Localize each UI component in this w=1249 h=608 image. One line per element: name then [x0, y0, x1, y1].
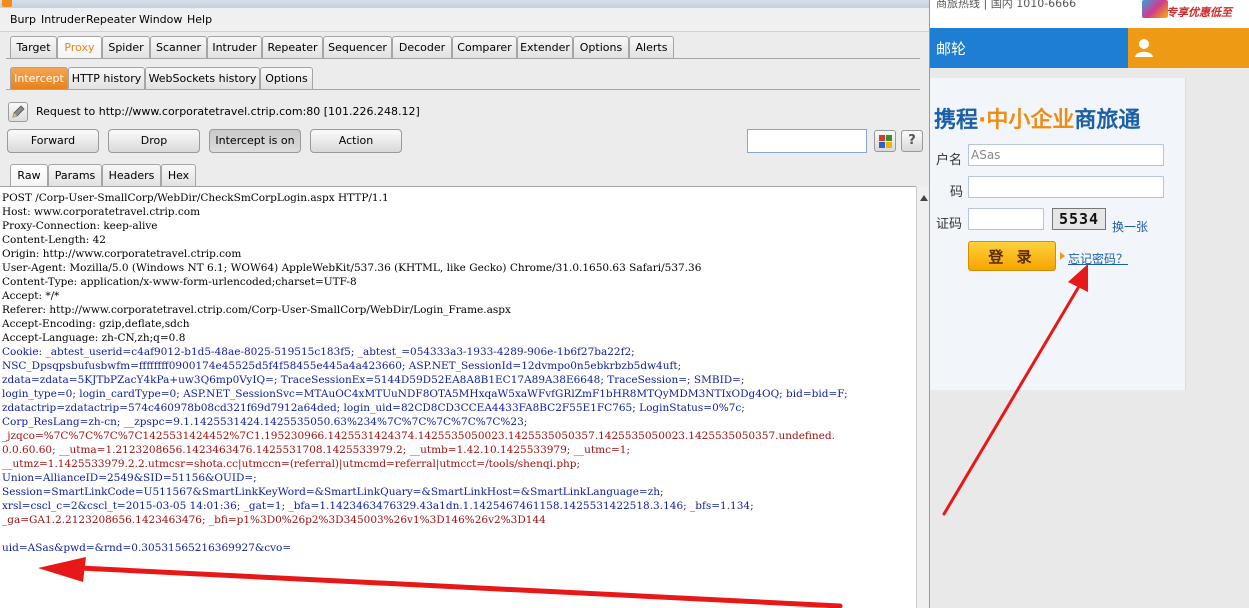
header-line: Referer: http://www.corporatetravel.ctri… [2, 304, 511, 316]
burp-logo-icon [2, 0, 12, 7]
scroll-up-arrow-icon[interactable] [920, 195, 928, 201]
color-swatch-yellow-icon [886, 142, 892, 148]
background-website: 商旅热线 | 国内 1010-6666 专享优惠低至 邮轮 携程·中小企业商旅通… [930, 0, 1249, 608]
request-line: POST /Corp-User-SmallCorp/WebDir/CheckSm… [2, 192, 389, 204]
tab-comparer[interactable]: Comparer [452, 36, 517, 58]
cookie-line: _ga=GA1.2.2123208656.1423463476; _bfi=p1… [2, 514, 546, 526]
forward-button[interactable]: Forward [7, 129, 99, 153]
header-line: User-Agent: Mozilla/5.0 (Windows NT 6.1;… [2, 262, 702, 274]
captcha-input[interactable] [968, 208, 1044, 230]
tab-proxy[interactable]: Proxy [57, 36, 102, 58]
action-button[interactable]: Action [310, 129, 402, 153]
username-input[interactable]: ASas [968, 144, 1164, 166]
request-editor[interactable]: POST /Corp-User-SmallCorp/WebDir/CheckSm… [0, 186, 916, 608]
pencil-glyph-icon [12, 105, 25, 118]
main-tab-divider [6, 58, 920, 59]
color-swatch-green-icon [886, 135, 892, 141]
burp-window: Burp Intruder Repeater Window Help Targe… [0, 0, 930, 608]
forgot-password-link[interactable]: 忘记密码？ [1068, 250, 1128, 267]
captcha-label: 证码 [936, 217, 963, 232]
menu-help[interactable]: Help [187, 13, 212, 26]
nav-item-cruise[interactable]: 邮轮 [936, 38, 966, 59]
promo-text: 专享优惠低至 [1166, 6, 1232, 19]
tab-target[interactable]: Target [10, 36, 57, 58]
tab-params[interactable]: Params [48, 164, 102, 186]
post-body-line: uid=ASas&pwd=&rnd=0.30531565216369927&cv… [2, 542, 292, 554]
tab-sequencer[interactable]: Sequencer [323, 36, 392, 58]
tab-alerts[interactable]: Alerts [629, 36, 674, 58]
user-icon [1135, 39, 1153, 57]
intercept-toggle-button[interactable]: Intercept is on [209, 129, 301, 153]
cookie-line: Corp_ResLang=zh-cn; __zpspc=9.1.14255314… [2, 416, 528, 428]
tab-spider[interactable]: Spider [102, 36, 150, 58]
header-line: Origin: http://www.corporatetravel.ctrip… [2, 248, 242, 260]
request-target-text: Request to http://www.corporatetravel.ct… [36, 105, 420, 118]
cookie-line: 0.0.60.60; __utma=1.2123208656.142346347… [2, 444, 630, 456]
website-navbar: 邮轮 [930, 28, 1130, 68]
brand-part-3: 商旅通 [1074, 108, 1141, 133]
cookie-line: login_type=0; login_cardType=0; ASP.NET_… [2, 388, 848, 400]
tab-extender[interactable]: Extender [517, 36, 573, 58]
header-line: Content-Type: application/x-www-form-url… [2, 276, 357, 288]
user-account-button[interactable] [1128, 28, 1249, 68]
header-line: Proxy-Connection: keep-alive [2, 220, 158, 232]
header-line: Accept: */* [2, 290, 60, 302]
color-swatch-blue-icon [879, 142, 885, 148]
menu-intruder[interactable]: Intruder [41, 13, 85, 26]
refresh-captcha-link[interactable]: 换一张 [1112, 218, 1148, 235]
tab-scanner[interactable]: Scanner [150, 36, 207, 58]
menu-window[interactable]: Window [139, 13, 182, 26]
brand-part-1: 携程 [934, 108, 979, 133]
tab-websockets-history[interactable]: WebSockets history [145, 67, 260, 89]
cookie-line: zdata=zdata=5KJTbPZacY4kPa+uw3Q6mp0VyIQ=… [2, 374, 745, 386]
cookie-line: Union=AllianceID=2549&SID=51156&OUID=; [2, 472, 257, 484]
tab-headers[interactable]: Headers [102, 164, 161, 186]
captcha-image: 5534 [1052, 208, 1106, 230]
cookie-line: Cookie: _abtest_userid=c4af9012-b1d5-48a… [2, 346, 635, 358]
promo-logo-icon [1142, 0, 1168, 18]
tab-options[interactable]: Options [573, 36, 629, 58]
tab-hex[interactable]: Hex [161, 164, 196, 186]
sub-tab-divider [6, 89, 920, 90]
search-input[interactable] [747, 129, 867, 153]
tab-decoder[interactable]: Decoder [392, 36, 452, 58]
menu-repeater[interactable]: Repeater [86, 13, 136, 26]
password-input[interactable] [968, 176, 1164, 198]
header-line: Accept-Language: zh-CN,zh;q=0.8 [2, 332, 186, 344]
menu-bar: Burp Intruder Repeater Window Help [0, 8, 929, 32]
username-label: 户名 [936, 153, 963, 168]
tab-intercept[interactable]: Intercept [10, 67, 68, 89]
drop-button[interactable]: Drop [108, 129, 200, 153]
promo-banner[interactable]: 专享优惠低至 [1136, 0, 1249, 26]
tab-http-history[interactable]: HTTP history [68, 67, 145, 89]
brand-title: 携程·中小企业商旅通 [934, 102, 1140, 134]
tab-proxy-options[interactable]: Options [260, 67, 313, 89]
tab-intruder[interactable]: Intruder [207, 36, 262, 58]
pencil-icon[interactable] [8, 102, 28, 122]
tab-raw[interactable]: Raw [10, 164, 48, 186]
cookie-line: __utmz=1.1425533979.2.2.utmcsr=shota.cc|… [2, 458, 581, 470]
cookie-line: Session=SmartLinkCode=U511567&SmartLinkK… [2, 486, 664, 498]
cookie-line: zdatactrip=zdatactrip=574c460978b08cd321… [2, 402, 745, 414]
login-button[interactable]: 登 录 [968, 241, 1056, 271]
help-button[interactable]: ? [901, 130, 923, 152]
hotline-text: 商旅热线 | 国内 1010-6666 [936, 0, 1077, 10]
menu-burp[interactable]: Burp [10, 13, 36, 26]
tab-repeater[interactable]: Repeater [262, 36, 323, 58]
cookie-line: NSC_Dpsqpsbufusbwfm=ffffffff0900174e4552… [2, 360, 682, 372]
window-titlebar [0, 0, 929, 8]
highlight-color-button[interactable] [874, 130, 896, 152]
cookie-line: _jzqco=%7C%7C%7C%7C1425531424452%7C1.195… [2, 430, 835, 442]
cookie-line: xrsl=cscl_c=2&cscl_t=2015-03-05 14:01:36… [2, 500, 754, 512]
header-line: Host: www.corporatetravel.ctrip.com [2, 206, 201, 218]
header-line: Accept-Encoding: gzip,deflate,sdch [2, 318, 190, 330]
brand-part-2: 中小企业 [986, 108, 1075, 133]
header-line: Content-Length: 42 [2, 234, 106, 246]
password-label: 码 [950, 185, 964, 200]
color-swatch-red-icon [879, 135, 885, 141]
editor-scrollbar[interactable] [916, 187, 929, 608]
forgot-arrow-icon [1060, 252, 1065, 260]
